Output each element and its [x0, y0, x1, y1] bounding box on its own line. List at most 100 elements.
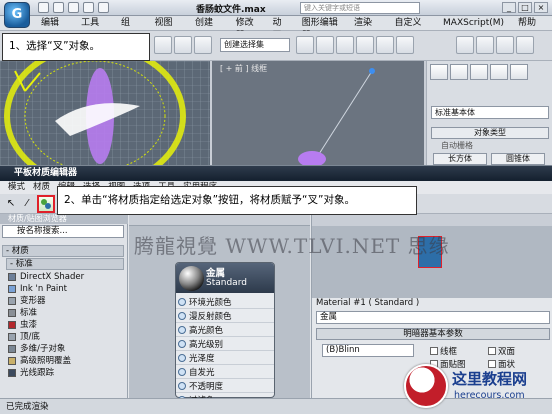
material-node-slot[interactable]: 高光级别 — [176, 337, 274, 351]
render-setup-icon[interactable] — [456, 36, 474, 54]
material-node-header[interactable]: 金属 Standard — [176, 263, 274, 293]
sme-titlebar: 平板材质编辑器 — [0, 166, 552, 181]
material-node-slot[interactable]: 高光颜色 — [176, 323, 274, 337]
cone-button[interactable]: 圆锥体 — [491, 153, 545, 165]
menu-edit[interactable]: 编辑(E) — [34, 16, 74, 41]
move-tool-icon[interactable] — [154, 36, 172, 54]
save-file-icon[interactable] — [68, 2, 79, 13]
modify-tab-icon[interactable] — [450, 64, 468, 80]
create-tab-icon[interactable] — [430, 64, 448, 80]
wire-checkbox-box[interactable] — [430, 347, 438, 355]
selection-set-dropdown[interactable]: 创建选择集 — [220, 38, 290, 52]
close-button[interactable]: × — [534, 2, 548, 13]
minimize-button[interactable]: _ — [502, 2, 516, 13]
slot-socket-icon[interactable] — [178, 311, 186, 320]
shader-basic-params-rollout[interactable]: 明暗器基本参数 — [316, 328, 550, 340]
material-editor-icon[interactable] — [396, 36, 414, 54]
material-name-field[interactable]: 金属 — [316, 311, 550, 324]
max-titlebar: 香肠蚊文件.max 键入关键字或短语 _ □ × — [0, 0, 552, 16]
mirror-tool-icon[interactable] — [296, 36, 314, 54]
maximize-button[interactable]: □ — [518, 2, 532, 13]
menu-maxscript[interactable]: MAXScript(M) — [436, 16, 511, 30]
material-node[interactable]: 金属 Standard 环境光颜色 漫反射颜色 高光颜色高光级别 光泽度自发光 不透明度… — [175, 262, 275, 398]
menu-animation[interactable]: 动画 — [266, 16, 295, 41]
eyedropper-icon[interactable]: ⁄ — [20, 197, 34, 211]
slot-socket-icon[interactable] — [178, 353, 186, 362]
material-list-item[interactable]: 光线跟踪 — [8, 367, 124, 379]
schematic-view-icon[interactable] — [376, 36, 394, 54]
slot-socket-icon[interactable] — [178, 339, 186, 348]
material-node-slot-label: 自发光 — [189, 367, 215, 378]
navigator-title-bar — [312, 214, 552, 226]
box-button[interactable]: 长方体 — [433, 153, 487, 165]
material-list-item[interactable]: 多维/子对象 — [8, 343, 124, 355]
viewport-front[interactable]: [ + 前 ] 线框 — [212, 61, 424, 165]
menu-help[interactable]: 帮助(H) — [511, 16, 552, 41]
undo-icon[interactable] — [83, 2, 94, 13]
rendered-frame-icon[interactable] — [476, 36, 494, 54]
category-materials[interactable]: - 材质 — [2, 245, 124, 257]
menu-modifiers[interactable]: 修改器 — [229, 16, 266, 41]
material-node-slot-label: 高光级别 — [189, 339, 224, 350]
menu-customize[interactable]: 自定义(U) — [388, 16, 436, 41]
menu-views[interactable]: 视图(V) — [148, 16, 188, 41]
material-list-item-label: 光线跟踪 — [20, 368, 55, 378]
slot-socket-icon[interactable] — [178, 381, 186, 390]
slot-socket-icon[interactable] — [178, 367, 186, 376]
category-standard[interactable]: - 标准 — [6, 258, 124, 270]
menu-tools[interactable]: 工具(T) — [74, 16, 114, 41]
menu-graph-editors[interactable]: 图形编辑器 — [295, 16, 347, 41]
menu-group[interactable]: 组(G) — [114, 16, 148, 41]
help-search-input[interactable]: 键入关键字或短语 — [300, 2, 420, 14]
sme-menu-mode[interactable]: 模式 — [4, 181, 29, 194]
render-production-icon[interactable] — [496, 36, 514, 54]
menu-create[interactable]: 创建(C) — [188, 16, 229, 41]
two-sided-checkbox[interactable]: 双面 — [488, 345, 515, 357]
layer-manager-icon[interactable] — [336, 36, 354, 54]
assign-material-to-selection-button[interactable] — [37, 195, 55, 213]
align-tool-icon[interactable] — [316, 36, 334, 54]
render-iterative-icon[interactable] — [516, 36, 534, 54]
hierarchy-tab-icon[interactable] — [470, 64, 488, 80]
open-file-icon[interactable] — [53, 2, 64, 13]
wire-checkbox[interactable]: 线框 — [430, 345, 457, 357]
redo-icon[interactable] — [98, 2, 109, 13]
curve-editor-icon[interactable] — [356, 36, 374, 54]
shader-type-dropdown[interactable]: (B)Blinn — [322, 344, 414, 357]
motion-tab-icon[interactable] — [490, 64, 508, 80]
site-logo-icon — [404, 364, 448, 408]
viewport-perspective[interactable] — [0, 61, 210, 165]
command-panel-tabs — [430, 64, 528, 80]
material-node-slot[interactable]: 不透明度 — [176, 379, 274, 393]
material-list-item[interactable]: 标准 — [8, 307, 124, 319]
material-node-slot[interactable]: 光泽度 — [176, 351, 274, 365]
material-list-item[interactable]: 高级照明覆盖 — [8, 355, 124, 367]
object-category-dropdown[interactable]: 标准基本体 — [431, 106, 549, 119]
material-list-item[interactable]: Ink 'n Paint — [8, 283, 124, 295]
material-node-slots: 环境光颜色漫反射颜色高光颜色高光级别光泽度自发光不透明度过滤色 — [176, 295, 274, 398]
select-arrow-icon[interactable]: ↖ — [4, 197, 18, 211]
app-logo-button[interactable]: G — [4, 2, 30, 28]
viewport-front-label[interactable]: [ + 前 ] 线框 — [220, 63, 267, 74]
rotate-tool-icon[interactable] — [174, 36, 192, 54]
sme-menu-material[interactable]: 材质 — [29, 181, 54, 194]
object-type-rollout[interactable]: 对象类型 — [431, 127, 549, 139]
material-node-slot[interactable]: 环境光颜色 — [176, 295, 274, 309]
scale-tool-icon[interactable] — [194, 36, 212, 54]
menu-rendering[interactable]: 渲染(R) — [347, 16, 388, 41]
material-list-item[interactable]: 变形器 — [8, 295, 124, 307]
slot-socket-icon[interactable] — [178, 325, 186, 334]
browser-search-input[interactable]: 按名称搜索... — [2, 225, 124, 238]
material-list-item[interactable]: DirectX Shader — [8, 271, 124, 283]
material-list-item-label: Ink 'n Paint — [20, 284, 67, 294]
material-list-item[interactable]: 虫漆 — [8, 319, 124, 331]
material-list-item-label: DirectX Shader — [20, 272, 85, 282]
material-node-slot[interactable]: 漫反射颜色 — [176, 309, 274, 323]
two-sided-checkbox-box[interactable] — [488, 347, 496, 355]
new-file-icon[interactable] — [38, 2, 49, 13]
material-list-item[interactable]: 顶/底 — [8, 331, 124, 343]
display-tab-icon[interactable] — [510, 64, 528, 80]
autogrid-checkbox[interactable]: 自动栅格 — [441, 140, 473, 151]
slot-socket-icon[interactable] — [178, 297, 186, 306]
material-node-slot[interactable]: 自发光 — [176, 365, 274, 379]
